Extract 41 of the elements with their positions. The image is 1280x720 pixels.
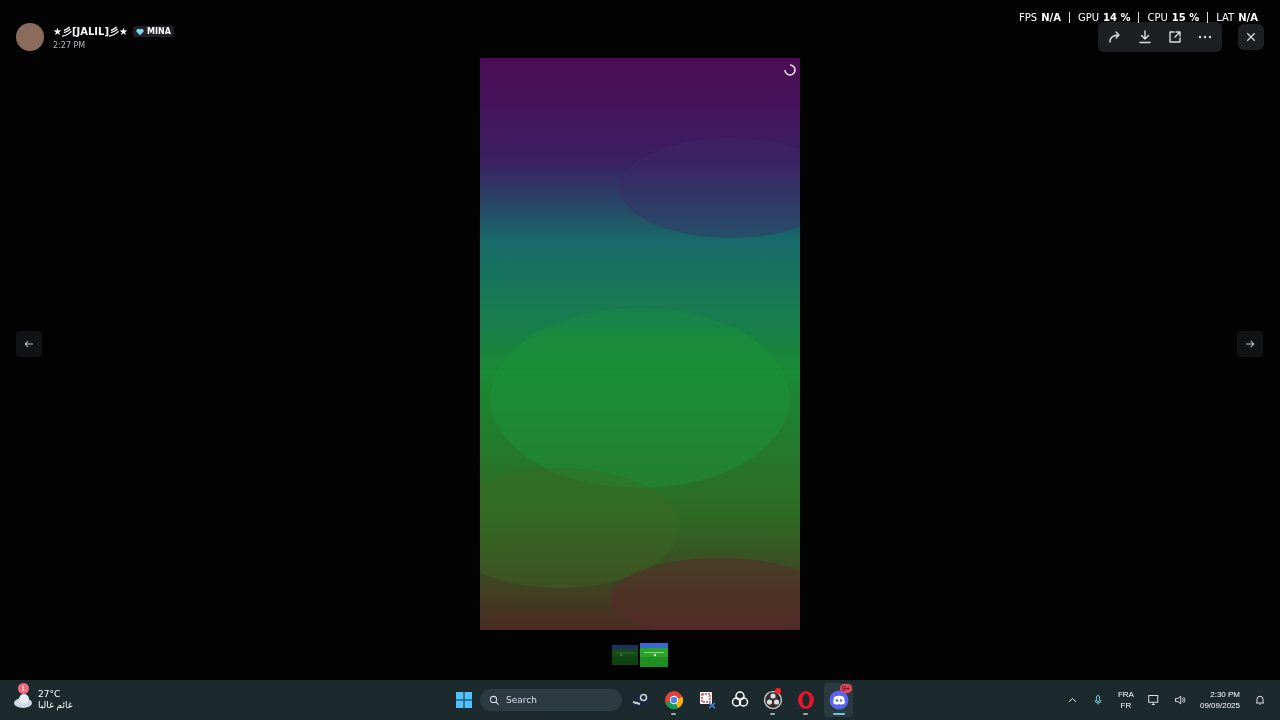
previous-button[interactable] [16,331,42,357]
thumbnail[interactable] [640,643,668,667]
knot-icon [729,690,750,710]
chrome-icon [663,690,684,710]
obs-icon [762,690,783,710]
microphone-icon [1091,694,1104,706]
stat-label: CPU [1147,12,1168,23]
close-button[interactable] [1238,24,1264,50]
steam-icon [630,690,651,710]
search-field[interactable]: Search [480,689,622,711]
speaker-icon [1173,694,1186,706]
stat-value: 15 % [1171,12,1200,23]
next-button[interactable] [1237,331,1263,357]
stat-label: FPS [1019,12,1038,23]
tag-label: MINA [147,27,171,36]
opera-icon [795,690,816,710]
close-icon [1245,31,1257,43]
bell-icon [1254,694,1266,706]
arrow-left-icon [23,338,35,350]
windows-icon [456,692,472,708]
username: ★彡[JALIL]彡★ [53,24,128,39]
heart-icon [136,27,144,36]
download-icon [1137,29,1153,45]
stat-label: GPU [1077,12,1100,23]
stat-label: LAT [1216,12,1235,23]
discord-icon [828,690,849,710]
stat-value: 14 % [1103,12,1131,23]
clock-button[interactable]: 2:30 PM 09/09/2025 [1197,687,1242,713]
language-button[interactable]: FRA FR [1115,687,1136,713]
forward-icon [1107,29,1123,45]
weather-condition: غائم غالبا [38,700,73,711]
timestamp: 2:27 PM [53,40,87,50]
arrow-right-icon [1244,338,1256,350]
avatar[interactable] [16,23,44,51]
search-icon [489,695,500,706]
monitor-icon [1147,694,1160,706]
thumbnail[interactable] [612,645,638,665]
stat-value: N/A [1041,12,1061,23]
temperature: 27°C [38,689,62,700]
open-external-icon [1167,29,1183,45]
stat-value: N/A [1238,12,1258,23]
